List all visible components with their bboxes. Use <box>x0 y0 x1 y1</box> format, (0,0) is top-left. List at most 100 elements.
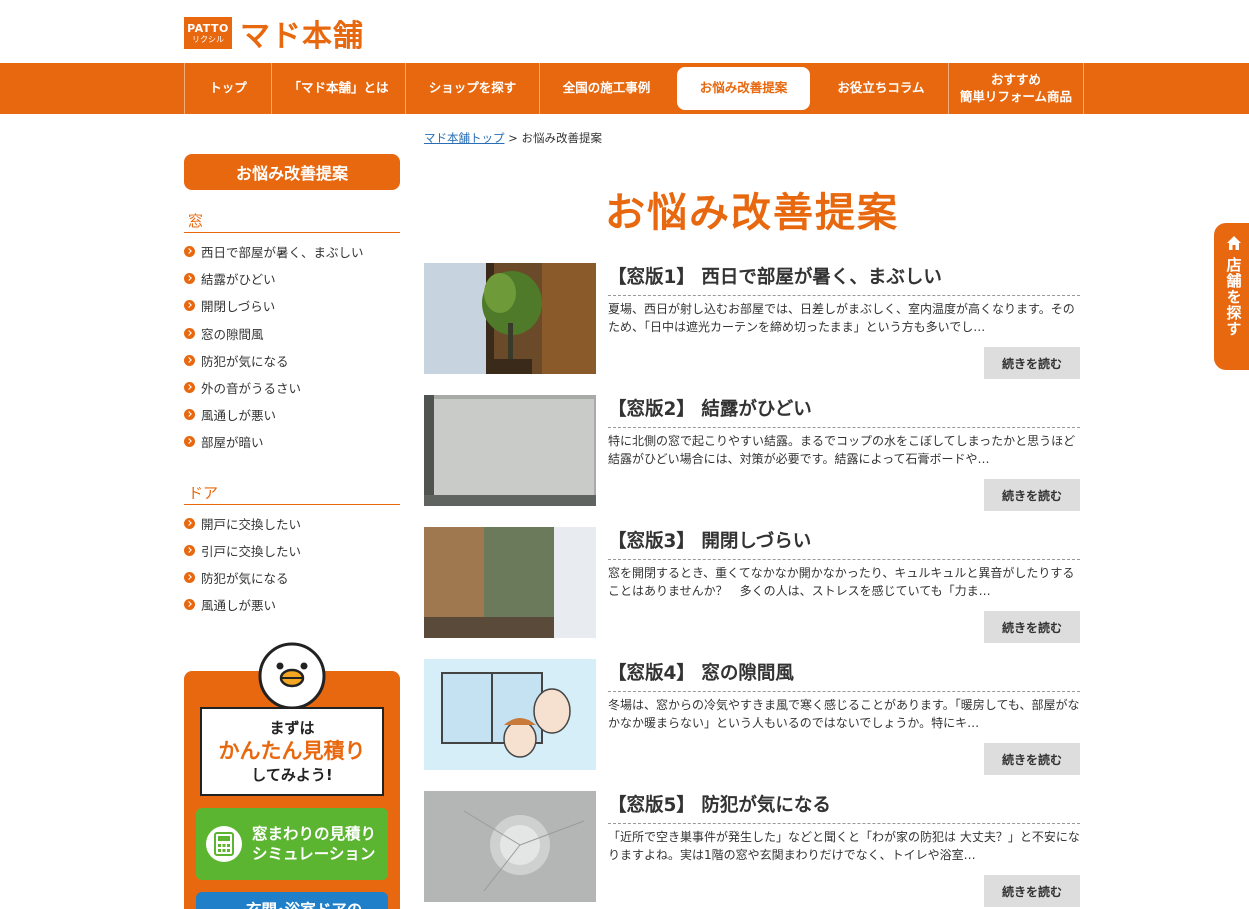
calculator-icon <box>206 826 242 862</box>
nav-item-label: おすすめ 簡単リフォーム商品 <box>959 71 1073 104</box>
sidebar-link[interactable]: 防犯が気になる <box>184 347 400 374</box>
nav-item-label: トップ <box>209 80 247 96</box>
logo-badge-bottom: リクシル <box>192 34 224 44</box>
global-nav: トップ 「マド本舗」とは ショップを探す 全国の施工事例 お悩み改善提案 お役立… <box>0 63 1249 114</box>
sidebar-link-label: 部屋が暗い <box>201 435 264 451</box>
sidebar-link[interactable]: 外の音がうるさい <box>184 374 400 401</box>
article-card: 【窓版2】 結露がひどい 特に北側の窓で起こりやすい結露。まるでコップの水をこぼ… <box>424 395 1080 511</box>
nav-item-proposals[interactable]: お悩み改善提案 <box>677 67 810 110</box>
sidebar-link[interactable]: 窓の隙間風 <box>184 320 400 347</box>
category-title-door: ドア <box>184 482 400 505</box>
estimate-speech-box[interactable]: まずは かんたん見積り してみよう! <box>200 707 384 796</box>
arrow-bullet-icon <box>184 409 195 421</box>
arrow-bullet-icon <box>184 599 195 611</box>
mascot-chick-icon <box>258 642 326 708</box>
logo-text: マド本舗 <box>240 19 364 54</box>
nav-item-columns[interactable]: お役立ちコラム <box>814 63 948 114</box>
article-thumbnail[interactable] <box>424 791 596 902</box>
article-card: 【窓版1】 西日で部屋が暑く、まぶしい 夏場、西日が射し込むお部屋では、日差しが… <box>424 263 1080 379</box>
article-thumbnail[interactable] <box>424 263 596 374</box>
article-title[interactable]: 【窓版1】 西日で部屋が暑く、まぶしい <box>608 263 1080 296</box>
arrow-bullet-icon <box>184 517 195 529</box>
sidebar-link-label: 防犯が気になる <box>201 570 289 586</box>
read-more-button[interactable]: 続きを読む <box>984 611 1080 643</box>
banner-line3: してみよう! <box>251 766 333 785</box>
door-button-label: 玄関･浴室ドアの <box>246 901 362 909</box>
nav-item-label: お役立ちコラム <box>837 80 925 96</box>
breadcrumb: マド本舗トップ > お悩み改善提案 <box>424 130 602 146</box>
nav-item-label: お悩み改善提案 <box>699 80 788 96</box>
sidebar-link-label: 引戸に交換したい <box>201 543 302 559</box>
sidebar: お悩み改善提案 窓 西日で部屋が暑く、まぶしい 結露がひどい 開閉しづらい 窓の… <box>184 154 400 618</box>
article-card: 【窓版5】 防犯が気になる 「近所で空き巣事件が発生した」などと聞くと「わが家の… <box>424 791 1080 907</box>
sidebar-link-label: 開閉しづらい <box>201 299 276 315</box>
logo-badge-top: PATTO <box>187 21 229 35</box>
nav-item-about[interactable]: 「マド本舗」とは <box>271 63 405 114</box>
site-header: PATTO リクシル マド本舗 <box>0 0 1249 63</box>
home-icon <box>1227 236 1241 250</box>
sidebar-link[interactable]: 結露がひどい <box>184 265 400 292</box>
breadcrumb-home-link[interactable]: マド本舗トップ <box>424 131 505 145</box>
article-title[interactable]: 【窓版3】 開閉しづらい <box>608 527 1080 560</box>
arrow-bullet-icon <box>184 327 195 339</box>
patto-badge: PATTO リクシル <box>184 17 232 49</box>
nav-item-label: ショップを探す <box>428 80 517 96</box>
sidebar-link-label: 防犯が気になる <box>201 353 289 369</box>
sidebar-link[interactable]: 開戸に交換したい <box>184 510 400 537</box>
sidebar-link[interactable]: 風通しが悪い <box>184 401 400 428</box>
article-title[interactable]: 【窓版4】 窓の隙間風 <box>608 659 1080 692</box>
banner-line2: かんたん見積り <box>218 739 366 763</box>
sidebar-link[interactable]: 西日で部屋が暑く、まぶしい <box>184 238 400 265</box>
find-store-tab[interactable]: 店舗を探す <box>1214 223 1249 370</box>
banner-line1: まずは <box>269 719 315 737</box>
sidebar-link[interactable]: 開閉しづらい <box>184 292 400 319</box>
read-more-button[interactable]: 続きを読む <box>984 743 1080 775</box>
sim-button-line2: シミュレーション <box>252 845 376 863</box>
nav-item-label: 全国の施工事例 <box>562 80 651 96</box>
read-more-button[interactable]: 続きを読む <box>984 875 1080 907</box>
article-excerpt: 窓を開閉するとき、重くてなかなか開かなかったり、キュルキュルと異音がしたりするこ… <box>608 566 1075 598</box>
read-more-button[interactable]: 続きを読む <box>984 347 1080 379</box>
article-thumbnail[interactable] <box>424 527 596 638</box>
nav-item-label: 「マド本舗」とは <box>288 80 389 96</box>
door-issue-list: 開戸に交換したい 引戸に交換したい 防犯が気になる 風通しが悪い <box>184 510 400 619</box>
article-card: 【窓版4】 窓の隙間風 冬場は、窓からの冷気やすきま風で寒く感じることがあります… <box>424 659 1080 775</box>
article-excerpt: 「近所で空き巣事件が発生した」などと聞くと「わが家の防犯は 大丈夫？」と不安にな… <box>608 830 1080 862</box>
sidebar-link[interactable]: 防犯が気になる <box>184 564 400 591</box>
arrow-bullet-icon <box>184 436 195 448</box>
sidebar-link[interactable]: 引戸に交換したい <box>184 537 400 564</box>
read-more-button[interactable]: 続きを読む <box>984 479 1080 511</box>
arrow-bullet-icon <box>184 273 195 285</box>
article-title[interactable]: 【窓版2】 結露がひどい <box>608 395 1080 428</box>
nav-item-case-studies[interactable]: 全国の施工事例 <box>539 63 673 114</box>
sim-button-line1: 窓まわりの見積り <box>252 824 377 843</box>
article-excerpt: 特に北側の窓で起こりやすい結露。まるでコップの水をこぼしてしまったかと思うほど結… <box>608 434 1076 466</box>
nav-item-shop-search[interactable]: ショップを探す <box>405 63 539 114</box>
window-issue-list: 西日で部屋が暑く、まぶしい 結露がひどい 開閉しづらい 窓の隙間風 防犯が気にな… <box>184 238 400 456</box>
article-excerpt: 夏場、西日が射し込むお部屋では、日差しがまぶしく、室内温度が高くなります。そのた… <box>608 302 1075 334</box>
arrow-bullet-icon <box>184 571 195 583</box>
find-store-label: 店舗を探す <box>1224 257 1243 337</box>
sidebar-heading: お悩み改善提案 <box>184 154 400 190</box>
site-logo[interactable]: PATTO リクシル マド本舗 <box>184 11 364 55</box>
arrow-bullet-icon <box>184 354 195 366</box>
article-title[interactable]: 【窓版5】 防犯が気になる <box>608 791 1080 824</box>
window-estimate-simulation-button[interactable]: 窓まわりの見積り シミュレーション <box>196 808 388 880</box>
sidebar-link[interactable]: 風通しが悪い <box>184 591 400 618</box>
nav-item-top[interactable]: トップ <box>184 63 271 114</box>
breadcrumb-current: お悩み改善提案 <box>521 131 602 145</box>
breadcrumb-separator: > <box>508 131 518 145</box>
nav-item-recommended[interactable]: おすすめ 簡単リフォーム商品 <box>948 63 1084 114</box>
door-estimate-button[interactable]: 玄関･浴室ドアの <box>196 892 388 909</box>
article-card: 【窓版3】 開閉しづらい 窓を開閉するとき、重くてなかなか開かなかったり、キュル… <box>424 527 1080 643</box>
sidebar-link-label: 窓の隙間風 <box>201 326 264 342</box>
sidebar-link-label: 風通しが悪い <box>201 408 277 424</box>
article-thumbnail[interactable] <box>424 395 596 506</box>
article-thumbnail[interactable] <box>424 659 596 770</box>
article-excerpt: 冬場は、窓からの冷気やすきま風で寒く感じることがあります。「暖房しても、部屋がな… <box>608 698 1080 730</box>
sidebar-link-label: 風通しが悪い <box>201 598 277 614</box>
sidebar-link[interactable]: 部屋が暗い <box>184 428 400 455</box>
sidebar-link-label: 外の音がうるさい <box>201 381 302 397</box>
arrow-bullet-icon <box>184 544 195 556</box>
sidebar-link-label: 西日で部屋が暑く、まぶしい <box>201 245 364 261</box>
